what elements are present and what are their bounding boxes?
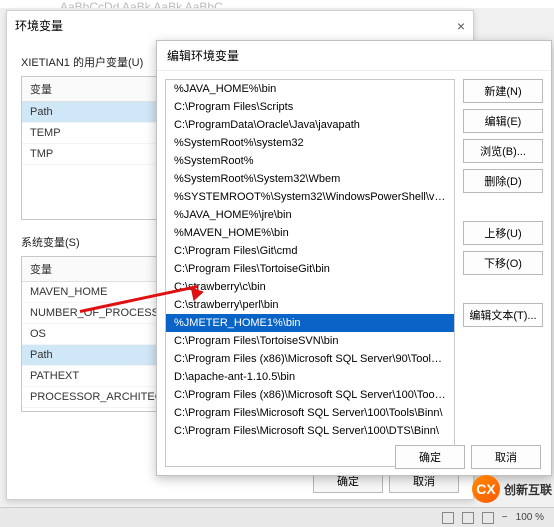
edit-environment-variable-dialog: 编辑环境变量 %JAVA_HOME%\binC:\Program Files\S… xyxy=(156,40,552,476)
watermark-icon: CX xyxy=(472,475,500,503)
annotation-arrow xyxy=(80,310,200,350)
edit-dialog-footer: 确定 取消 xyxy=(157,445,551,469)
path-entry[interactable]: C:\Program Files (x86)\Microsoft SQL Ser… xyxy=(166,350,454,368)
path-entry[interactable]: %SystemRoot%\system32 xyxy=(166,134,454,152)
delete-button[interactable]: 删除(D) xyxy=(463,169,543,193)
path-entry[interactable]: C:\Program Files\Scripts xyxy=(166,98,454,116)
path-entry[interactable]: %MAVEN_HOME%\bin xyxy=(166,224,454,242)
edit-dialog-buttons: 新建(N) 编辑(E) 浏览(B)... 删除(D) 上移(U) 下移(O) 编… xyxy=(463,71,551,475)
ribbon-style-fragment: AaBbCcDd AaBk AaBk AaBbC xyxy=(0,0,554,8)
close-icon[interactable]: × xyxy=(457,18,465,34)
move-down-button[interactable]: 下移(O) xyxy=(463,251,543,275)
edit-text-button[interactable]: 编辑文本(T)... xyxy=(463,303,543,327)
view-icon[interactable] xyxy=(442,512,454,524)
path-entry[interactable]: C:\strawberry\perl\bin xyxy=(166,296,454,314)
zoom-level: 100 % xyxy=(516,512,544,523)
path-entry[interactable]: %JAVA_HOME%\bin xyxy=(166,80,454,98)
path-entry[interactable]: C:\Program Files\Microsoft SQL Server\10… xyxy=(166,422,454,440)
path-entry[interactable]: %JMETER_HOME1%\bin xyxy=(166,314,454,332)
env-dialog-title: 环境变量 xyxy=(15,17,63,34)
watermark: CX 创新互联 xyxy=(472,475,552,503)
ok-button[interactable]: 确定 xyxy=(395,445,465,469)
path-entry[interactable]: C:\strawberry\c\bin xyxy=(166,278,454,296)
path-entry[interactable]: %JAVA_HOME%\jre\bin xyxy=(166,206,454,224)
path-entry[interactable]: C:\ProgramData\Oracle\Java\javapath xyxy=(166,116,454,134)
new-button[interactable]: 新建(N) xyxy=(463,79,543,103)
path-entry[interactable]: %SystemRoot% xyxy=(166,152,454,170)
move-up-button[interactable]: 上移(U) xyxy=(463,221,543,245)
edit-dialog-title: 编辑环境变量 xyxy=(157,41,551,71)
path-entry[interactable]: C:\Program Files\TortoiseGit\bin xyxy=(166,260,454,278)
path-entry[interactable]: D:\apache-ant-1.10.5\bin xyxy=(166,368,454,386)
path-entries-list[interactable]: %JAVA_HOME%\binC:\Program Files\ScriptsC… xyxy=(165,79,455,467)
path-entry[interactable]: C:\Program Files (x86)\Microsoft SQL Ser… xyxy=(166,386,454,404)
statusbar: − 100 % xyxy=(0,507,554,527)
path-entry[interactable]: %SystemRoot%\System32\Wbem xyxy=(166,170,454,188)
path-entry[interactable]: C:\Program Files\TortoiseSVN\bin xyxy=(166,332,454,350)
zoom-minus-icon[interactable]: − xyxy=(502,512,508,523)
edit-button[interactable]: 编辑(E) xyxy=(463,109,543,133)
browse-button[interactable]: 浏览(B)... xyxy=(463,139,543,163)
watermark-text: 创新互联 xyxy=(504,481,552,498)
path-entry[interactable]: C:\Program Files\Microsoft SQL Server\10… xyxy=(166,404,454,422)
view-icon[interactable] xyxy=(482,512,494,524)
path-entry[interactable]: %SYSTEMROOT%\System32\WindowsPowerShell\… xyxy=(166,188,454,206)
view-icon[interactable] xyxy=(462,512,474,524)
path-entry[interactable]: C:\Program Files\Git\cmd xyxy=(166,242,454,260)
cancel-button[interactable]: 取消 xyxy=(471,445,541,469)
